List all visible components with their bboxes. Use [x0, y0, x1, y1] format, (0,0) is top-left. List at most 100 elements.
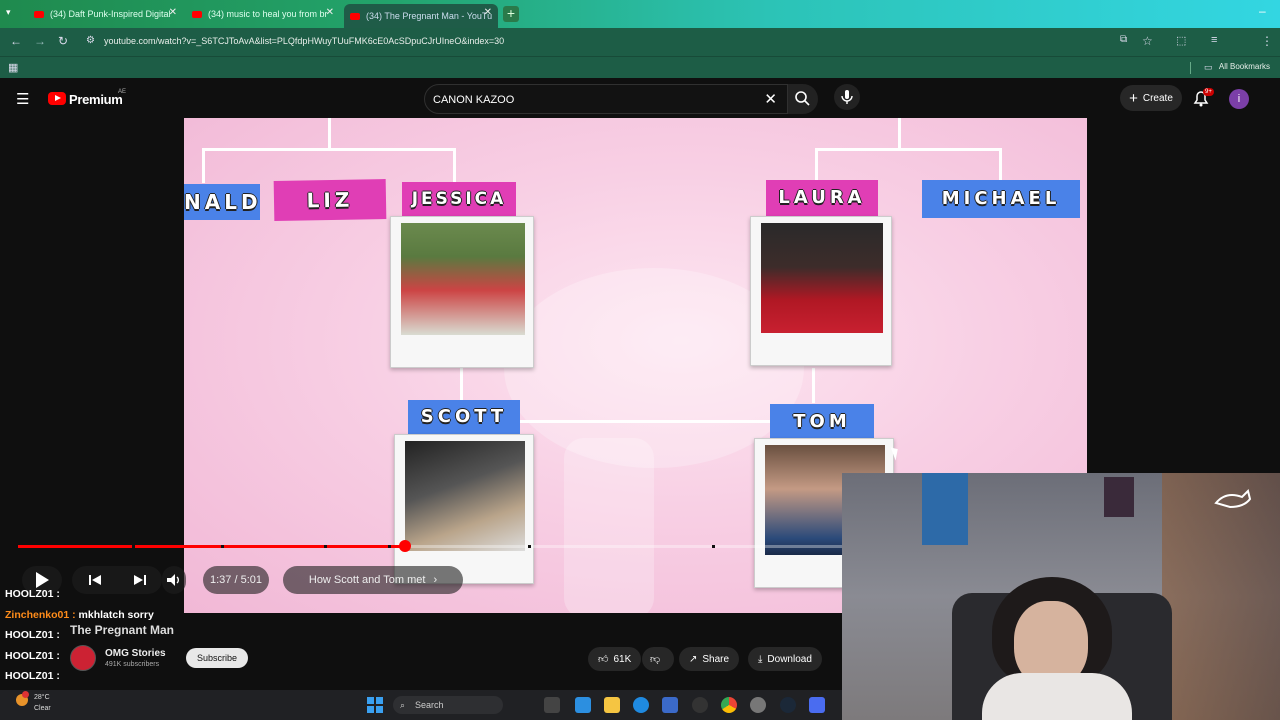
person-shirt [982, 673, 1132, 720]
microphone-icon [841, 90, 853, 104]
minimize-icon[interactable]: – [1259, 4, 1266, 18]
taskbar-search[interactable]: ⌕ Search [393, 696, 503, 714]
previous-icon[interactable] [88, 574, 101, 586]
name-tag-michael: MICHAEL [922, 180, 1080, 218]
tree-line [202, 148, 205, 183]
store-icon[interactable] [662, 697, 678, 713]
clear-search-icon[interactable]: ✕ [764, 90, 777, 108]
back-icon[interactable]: ← [10, 34, 22, 48]
play-icon [36, 572, 49, 588]
steam-icon[interactable] [780, 697, 796, 713]
chat-user: Zinchenko01 : [5, 609, 76, 621]
close-tab-icon[interactable]: ✕ [484, 7, 492, 18]
plus-icon: + [1129, 89, 1138, 107]
file-explorer-icon[interactable] [604, 697, 620, 713]
extensions-icon[interactable]: ⬚ [1176, 34, 1186, 47]
country-code: AE [118, 89, 127, 95]
search-button[interactable] [788, 84, 818, 114]
name-tag-liz: LIZ [273, 179, 387, 221]
polaroid-scott [394, 434, 534, 584]
settings-icon[interactable] [750, 697, 766, 713]
bookmarks-bar: ▦ ▭ All Bookmarks [0, 56, 1280, 78]
youtube-favicon-icon [34, 10, 44, 18]
name-tag-scott: SCOTT [408, 400, 520, 434]
bookmark-star-icon[interactable]: ☆ [1142, 34, 1153, 48]
task-view-icon[interactable] [544, 697, 560, 713]
subscribe-button[interactable]: Subscribe [186, 648, 248, 668]
youtube-favicon-icon [192, 10, 202, 18]
channel-name[interactable]: OMG Stories [105, 648, 166, 659]
youtube-logo-icon[interactable] [48, 92, 66, 105]
name-tag-tom: TOM [770, 404, 874, 440]
tab-title: (34) The Pregnant Man - YouTu [366, 11, 493, 21]
new-tab-button[interactable]: + [503, 6, 519, 22]
notification-dot [22, 691, 29, 698]
install-icon[interactable]: ⧉ [1120, 34, 1127, 45]
app-icon[interactable] [809, 697, 825, 713]
close-tab-icon[interactable]: ✕ [169, 7, 177, 18]
create-button[interactable]: + Create [1120, 85, 1182, 111]
polaroid-jessica [390, 216, 534, 368]
browser-tab[interactable]: (34) Daft Punk-Inspired Digital ✕ [28, 4, 183, 24]
channel-avatar[interactable] [70, 645, 96, 671]
edge-icon[interactable] [633, 697, 649, 713]
skip-controls [72, 566, 162, 594]
all-bookmarks-link[interactable]: All Bookmarks [1219, 62, 1270, 71]
site-info-icon[interactable]: ⚙ [86, 35, 95, 46]
name-tag-jessica: JESSICA [402, 182, 516, 216]
hamburger-menu-icon[interactable]: ☰ [16, 90, 29, 108]
chapter-marker [221, 545, 224, 548]
name-tag-nald: NALD [184, 184, 260, 220]
next-icon[interactable] [133, 574, 146, 586]
dislike-button[interactable]: 👎︎ [642, 647, 674, 671]
tree-line [453, 148, 456, 183]
share-label: Share [702, 653, 730, 665]
cat-icon [1214, 489, 1252, 509]
browser-tab-active[interactable]: (34) The Pregnant Man - YouTu ✕ [344, 4, 498, 28]
chat-line: HOOLZ01 : [5, 629, 60, 641]
tree-line [815, 148, 818, 183]
close-tab-icon[interactable]: ✕ [326, 7, 334, 18]
tree-trunk [564, 438, 654, 613]
chrome-icon[interactable] [721, 697, 737, 713]
like-button[interactable]: 👍︎ 61K [588, 647, 642, 671]
tree-line [999, 148, 1002, 183]
forward-icon[interactable]: → [34, 34, 46, 48]
chat-user: HOOLZ01 : [5, 588, 60, 600]
create-label: Create [1142, 92, 1173, 104]
share-button[interactable]: ↗ Share [679, 647, 740, 671]
volume-icon [167, 574, 179, 586]
youtube-brand[interactable]: Premium [69, 92, 123, 107]
search-icon [795, 91, 810, 106]
tree-line [460, 368, 463, 403]
tab-search-icon[interactable]: ▾ [6, 7, 11, 18]
url-text[interactable]: youtube.com/watch?v=_S6TCJToAvA&list=PLQ… [104, 36, 504, 46]
search-input[interactable] [433, 91, 753, 108]
chapter-button[interactable]: How Scott and Tom met › [283, 566, 463, 594]
browser-tab[interactable]: (34) music to heal you from br ✕ [186, 4, 340, 24]
youtube-header: ☰ Premium AE ✕ + Create 9+ i [0, 80, 1280, 118]
windows-start-icon[interactable] [367, 697, 383, 713]
folder-icon: ▭ [1204, 62, 1213, 72]
tree-line [898, 118, 901, 148]
download-button[interactable]: ⤓ Download [748, 647, 822, 671]
account-avatar[interactable]: i [1229, 89, 1249, 109]
app-icon[interactable] [575, 697, 591, 713]
chapter-title: How Scott and Tom met [308, 574, 426, 586]
app-icon[interactable] [692, 697, 708, 713]
chat-message: mkhlatch sorry [78, 609, 154, 621]
chat-line: HOOLZ01 : [5, 588, 60, 600]
voice-search-button[interactable] [834, 84, 860, 110]
progress-bar[interactable] [18, 540, 842, 552]
reload-icon[interactable]: ↻ [58, 34, 68, 48]
media-icon[interactable]: ≡ [1211, 34, 1217, 46]
browser-menu-icon[interactable]: ⋮ [1261, 34, 1273, 48]
weather-temperature: 28°C [34, 694, 50, 701]
apps-grid-icon[interactable]: ▦ [8, 61, 18, 74]
child-photo [761, 223, 883, 333]
like-count: 61K [613, 653, 632, 665]
search-icon: ⌕ [400, 700, 406, 710]
chapter-marker [132, 545, 135, 548]
chapter-marker [712, 545, 715, 548]
volume-button[interactable] [162, 566, 186, 594]
